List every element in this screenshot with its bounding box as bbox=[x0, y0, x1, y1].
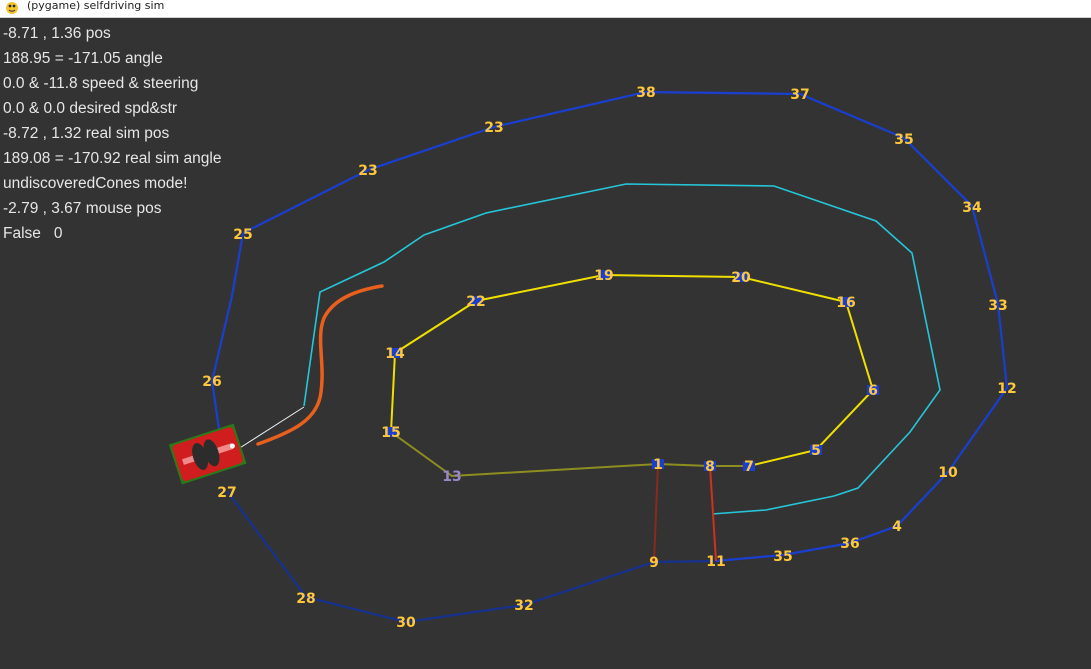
cone-label: 37 bbox=[790, 87, 809, 103]
outer-cone-labels: 25 23 23 38 37 35 34 33 12 10 4 36 35 11… bbox=[202, 85, 1016, 631]
inner-boundary-line bbox=[390, 273, 875, 467]
cone-label: 23 bbox=[484, 120, 503, 136]
cone-label: 26 bbox=[202, 374, 221, 390]
cone-label: 5 bbox=[811, 443, 821, 459]
hud-flag: False 0 bbox=[3, 225, 63, 242]
hud-angle: 188.95 = -171.05 angle bbox=[3, 50, 163, 67]
cone-label: 10 bbox=[938, 465, 958, 481]
cone-label: 9 bbox=[649, 555, 659, 571]
car-sprite[interactable] bbox=[168, 423, 247, 485]
cone-label: 7 bbox=[744, 459, 754, 475]
cone-label: 22 bbox=[466, 294, 485, 310]
cone-label: 38 bbox=[636, 85, 655, 101]
cone-label: 12 bbox=[997, 381, 1016, 397]
cone-label-faded: 13 bbox=[442, 469, 461, 485]
hud-real-sim-pos: -8.72 , 1.32 real sim pos bbox=[3, 125, 170, 142]
cone-label: 19 bbox=[594, 268, 613, 284]
cone-label: 8 bbox=[705, 459, 715, 475]
outer-boundary-line-left bbox=[210, 232, 245, 437]
cone-label: 16 bbox=[836, 295, 855, 311]
hud-pos: -8.71 , 1.36 pos bbox=[3, 25, 111, 42]
cone-label: 35 bbox=[773, 549, 792, 565]
cone-label: 14 bbox=[385, 346, 405, 362]
inner-cone-markers bbox=[385, 270, 879, 471]
cone-label: 32 bbox=[514, 598, 533, 614]
planned-path-trail bbox=[256, 284, 384, 446]
cone-label: 35 bbox=[894, 132, 913, 148]
cone-label: 34 bbox=[962, 200, 982, 216]
hud-mouse-pos: -2.79 , 3.67 mouse pos bbox=[3, 200, 162, 217]
hud-mode: undiscoveredCones mode! bbox=[3, 175, 188, 192]
cone-label: 6 bbox=[868, 383, 878, 399]
cone-label: 28 bbox=[296, 591, 315, 607]
cone-label: 4 bbox=[892, 519, 902, 535]
cone-label: 20 bbox=[731, 270, 751, 286]
cone-label: 1 bbox=[653, 457, 663, 473]
cone-label: 25 bbox=[233, 227, 252, 243]
cone-label: 15 bbox=[381, 425, 400, 441]
finish-line-left bbox=[653, 463, 659, 563]
hud-desired: 0.0 & 0.0 desired spd&str bbox=[3, 100, 178, 117]
hud-real-sim-angle: 189.08 = -170.92 real sim angle bbox=[3, 150, 222, 167]
cone-label: 27 bbox=[217, 485, 236, 501]
cone-label: 36 bbox=[840, 536, 859, 552]
cone-label: 33 bbox=[988, 298, 1007, 314]
hud-speed-steering: 0.0 & -11.8 speed & steering bbox=[3, 75, 199, 92]
cone-label: 23 bbox=[358, 163, 377, 179]
telemetry-hud: -8.71 , 1.36 pos 188.95 = -171.05 angle … bbox=[3, 21, 221, 246]
cone-label: 30 bbox=[396, 615, 416, 631]
cone-label: 11 bbox=[706, 554, 725, 570]
